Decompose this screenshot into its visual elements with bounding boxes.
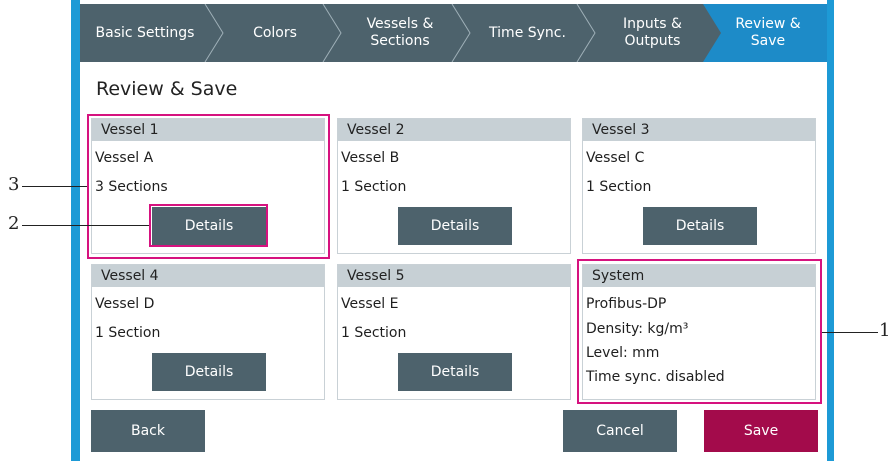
card-header: Vessel 3 [583, 119, 815, 141]
callout-2-line [22, 225, 149, 226]
callout-1-number: 1 [879, 320, 891, 341]
vessel-card-5: Vessel 5 Vessel E 1 Section Details [337, 264, 571, 400]
details-button[interactable]: Details [398, 207, 512, 245]
vessel-card-4: Vessel 4 Vessel D 1 Section Details [91, 264, 325, 400]
vessel-name: Vessel D [95, 296, 155, 312]
page-title: Review & Save [96, 78, 238, 100]
card-header: Vessel 5 [338, 265, 570, 287]
card-header: Vessel 4 [92, 265, 324, 287]
vessel-name: Vessel A [95, 150, 154, 166]
vessel-name: Vessel C [586, 150, 645, 166]
system-time-sync: Time sync. disabled [586, 369, 725, 385]
save-button[interactable]: Save [704, 410, 818, 452]
tab-time-sync[interactable]: Time Sync. [470, 4, 585, 62]
details-button[interactable]: Details [152, 207, 266, 245]
system-level-unit: Level: mm [586, 345, 660, 361]
tab-basic-settings[interactable]: Basic Settings [80, 4, 210, 62]
vessel-sections: 3 Sections [95, 179, 168, 195]
callout-2-number: 2 [8, 213, 20, 234]
vessel-sections: 1 Section [95, 325, 161, 341]
frame-left-edge [71, 0, 80, 461]
frame-right-edge [827, 0, 834, 461]
system-card: System Profibus-DP Density: kg/m³ Level:… [582, 264, 816, 400]
details-button[interactable]: Details [398, 353, 512, 391]
details-button[interactable]: Details [152, 353, 266, 391]
callout-3-line [22, 186, 87, 187]
tab-colors[interactable]: Colors [220, 4, 330, 62]
cancel-button[interactable]: Cancel [563, 410, 677, 452]
vessel-name: Vessel B [341, 150, 400, 166]
vessel-sections: 1 Section [341, 179, 407, 195]
callout-1-line [822, 332, 878, 333]
vessel-sections: 1 Section [341, 325, 407, 341]
vessel-card-3: Vessel 3 Vessel C 1 Section Details [582, 118, 816, 254]
vessel-card-2: Vessel 2 Vessel B 1 Section Details [337, 118, 571, 254]
details-button[interactable]: Details [643, 207, 757, 245]
tab-review-save[interactable]: Review & Save [718, 4, 818, 62]
system-protocol: Profibus-DP [586, 296, 667, 312]
tab-inputs-outputs[interactable]: Inputs & Outputs [595, 4, 710, 62]
vessel-sections: 1 Section [586, 179, 652, 195]
callout-3-number: 3 [8, 174, 20, 195]
card-header: Vessel 2 [338, 119, 570, 141]
card-header: System [583, 265, 815, 287]
vessel-card-1: Vessel 1 Vessel A 3 Sections Details [91, 118, 325, 254]
tab-vessels-sections[interactable]: Vessels & Sections [345, 4, 455, 62]
system-density-unit: Density: kg/m³ [586, 321, 689, 337]
back-button[interactable]: Back [91, 410, 205, 452]
vessel-name: Vessel E [341, 296, 399, 312]
card-header: Vessel 1 [92, 119, 324, 141]
